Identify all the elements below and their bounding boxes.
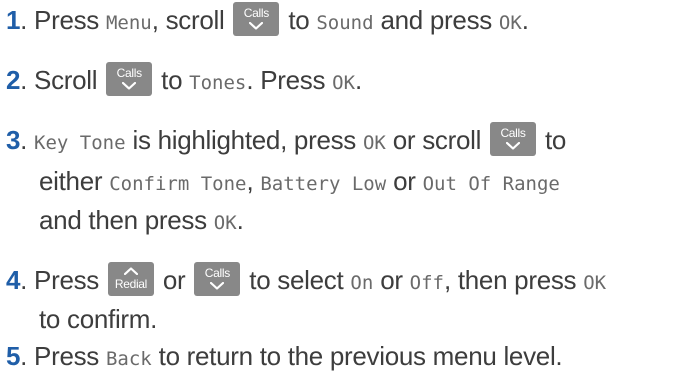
step-text: to confirm. bbox=[39, 304, 158, 334]
step-2: 2. Scroll Calls to Tones. Press OK. bbox=[6, 60, 666, 104]
display-text-back: Back bbox=[105, 348, 152, 370]
step-text: Press bbox=[34, 5, 100, 35]
step-text: to return to the previous menu level. bbox=[158, 341, 563, 371]
step-text: and press bbox=[380, 5, 492, 35]
display-text-ok: OK bbox=[362, 132, 386, 154]
step-3-line-3: and then press OK. bbox=[39, 205, 244, 235]
step-4: 4. Press Redial or Calls to select On or… bbox=[6, 260, 666, 304]
display-text-on: On bbox=[350, 272, 374, 294]
calls-key-label: Calls bbox=[116, 66, 142, 80]
calls-key-label: Calls bbox=[204, 266, 230, 280]
calls-key-label: Calls bbox=[243, 6, 269, 20]
calls-key: Calls bbox=[106, 62, 153, 96]
step-text: Press bbox=[34, 265, 100, 295]
chevron-down-icon bbox=[506, 142, 521, 150]
step-text: either bbox=[39, 166, 103, 196]
step-text: to bbox=[288, 5, 310, 35]
step-text: , then press bbox=[444, 265, 577, 295]
step-number: 3 bbox=[6, 125, 21, 155]
step-text: and then press bbox=[39, 205, 207, 235]
display-text-key-tone: Key Tone bbox=[34, 132, 126, 154]
step-number: 2 bbox=[6, 65, 21, 95]
display-text-battery-low: Battery Low bbox=[260, 173, 387, 195]
display-text-confirm-tone: Confirm Tone bbox=[109, 173, 247, 195]
step-text: , scroll bbox=[151, 5, 225, 35]
display-text-off: Off bbox=[409, 272, 444, 294]
calls-key: Calls bbox=[490, 122, 537, 156]
step-3: 3. Key Tone is highlighted, press OK or … bbox=[6, 120, 666, 164]
step-text: or scroll bbox=[392, 125, 482, 155]
step-text: or bbox=[380, 265, 403, 295]
display-text-ok: OK bbox=[583, 272, 607, 294]
step-text: Scroll bbox=[34, 65, 98, 95]
step-text: . Press bbox=[246, 65, 326, 95]
step-5: 5. Press Back to return to the previous … bbox=[6, 341, 563, 371]
step-4-line-2: to confirm. bbox=[39, 299, 669, 340]
display-text-ok: OK bbox=[332, 72, 356, 94]
step-1: 1. Press Menu, scroll Calls to Sound and… bbox=[6, 0, 666, 44]
calls-key-label: Calls bbox=[500, 126, 526, 140]
step-text: to bbox=[544, 125, 567, 155]
chevron-down-icon bbox=[249, 22, 264, 30]
display-text-out-of-range: Out Of Range bbox=[422, 173, 560, 195]
step-text: or bbox=[393, 166, 416, 196]
calls-key: Calls bbox=[194, 262, 241, 296]
step-text: to select bbox=[249, 265, 344, 295]
display-text-sound: Sound bbox=[316, 12, 374, 34]
redial-key-label: Redial bbox=[114, 277, 148, 291]
step-text: is highlighted, press bbox=[132, 125, 357, 155]
chevron-up-icon bbox=[123, 267, 138, 275]
redial-key: Redial bbox=[107, 262, 154, 296]
display-text-ok: OK bbox=[498, 12, 522, 34]
step-3-line-2: either Confirm Tone, Battery Low or Out … bbox=[39, 166, 560, 196]
step-number: 5 bbox=[6, 341, 21, 371]
step-number: 1 bbox=[6, 5, 21, 35]
display-text-ok: OK bbox=[213, 212, 237, 234]
chevron-down-icon bbox=[210, 282, 225, 290]
step-text: or bbox=[162, 265, 186, 295]
step-number: 4 bbox=[6, 265, 21, 295]
step-text: to bbox=[161, 65, 183, 95]
chevron-down-icon bbox=[122, 82, 137, 90]
step-text: Press bbox=[34, 341, 100, 371]
instructions-page: 1 . Press Menu, scroll Calls to Sound and… bbox=[0, 0, 675, 375]
display-text-menu: Menu bbox=[105, 12, 152, 34]
calls-key: Calls bbox=[233, 2, 280, 36]
display-text-tones: Tones bbox=[189, 72, 247, 94]
